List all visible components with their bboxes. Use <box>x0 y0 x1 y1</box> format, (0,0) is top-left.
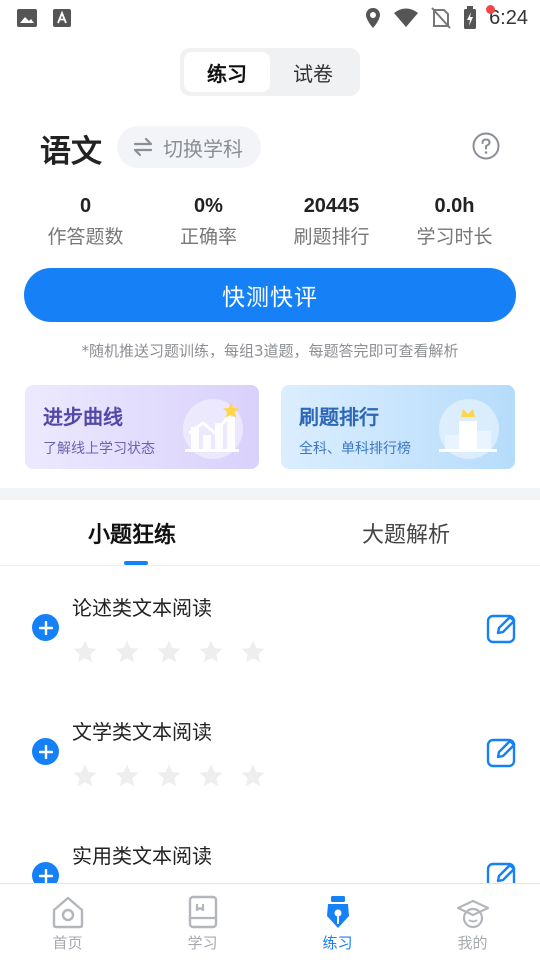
star-rating <box>72 763 266 789</box>
stat-answered: 0 作答题数 <box>24 192 147 249</box>
quick-test-button[interactable]: 快测快评 <box>24 268 516 322</box>
text-a-icon <box>53 9 71 27</box>
nav-profile[interactable]: 我的 <box>405 884 540 960</box>
tab-quick-drill[interactable]: 小题狂练 <box>0 500 269 565</box>
tab-question-analysis[interactable]: 大题解析 <box>269 500 540 565</box>
stat-value: 0.0h <box>434 195 475 217</box>
battery-icon <box>464 6 477 29</box>
practice-hint: *随机推送习题训练，每组3道题，每题答完即可查看解析 <box>81 342 459 360</box>
star-icon <box>157 640 181 663</box>
image-icon <box>17 9 37 27</box>
bottom-nav: 首页 学习 练习 我的 <box>0 883 540 960</box>
list-item[interactable]: 论述类文本阅读 <box>0 566 540 690</box>
notification-dot <box>486 5 495 14</box>
star-icon <box>115 640 139 663</box>
nav-practice[interactable]: 练习 <box>270 884 405 960</box>
switch-subject-button[interactable]: 切换学科 <box>117 126 261 168</box>
star-icon <box>241 640 265 663</box>
expand-plus-icon[interactable] <box>32 862 59 883</box>
star-icon <box>73 640 97 663</box>
stat-label: 正确率 <box>179 226 237 248</box>
list-item[interactable]: 实用类文本阅读 <box>0 814 540 883</box>
book-icon <box>188 895 217 929</box>
status-bar: 6:24 <box>0 0 540 36</box>
practice-tabs: 小题狂练 大题解析 <box>0 500 540 566</box>
expand-plus-icon[interactable] <box>32 738 59 765</box>
pen-icon <box>326 896 349 928</box>
nav-label: 练习 <box>322 934 353 952</box>
edit-icon[interactable] <box>486 612 518 644</box>
stat-label: 刷题排行 <box>293 226 370 248</box>
home-icon <box>52 896 83 929</box>
tab-label: 小题狂练 <box>88 522 177 548</box>
star-icon <box>199 640 223 663</box>
segment-tab-exam[interactable]: 试卷 <box>270 52 356 92</box>
item-title: 实用类文本阅读 <box>72 844 212 868</box>
stat-value: 20445 <box>303 195 360 217</box>
nav-label: 首页 <box>52 934 83 952</box>
star-icon <box>241 764 265 787</box>
nav-study[interactable]: 学习 <box>135 884 270 960</box>
nav-label: 我的 <box>457 934 488 952</box>
location-icon <box>366 8 381 28</box>
no-sim-icon <box>431 7 451 29</box>
stat-accuracy: 0% 正确率 <box>147 192 270 249</box>
stat-value: 0% <box>194 195 223 217</box>
nav-home[interactable]: 首页 <box>0 884 135 960</box>
swap-icon <box>133 137 153 157</box>
help-icon[interactable] <box>472 132 500 160</box>
star-rating <box>72 639 266 665</box>
stat-value: 0 <box>79 195 92 217</box>
tab-label: 大题解析 <box>361 522 450 548</box>
ranking-card[interactable]: 刷题排行 全科、单科排行榜 <box>281 385 515 469</box>
item-title: 论述类文本阅读 <box>72 596 212 620</box>
tab-active-indicator <box>124 561 148 565</box>
subject-name: 语文 <box>40 134 102 170</box>
stat-label: 学习时长 <box>416 226 493 248</box>
section-divider <box>0 488 540 500</box>
nav-label: 学习 <box>187 934 218 952</box>
star-icon <box>199 764 223 787</box>
segment-tab-practice[interactable]: 练习 <box>184 52 270 92</box>
star-icon <box>115 764 139 787</box>
stat-label: 作答题数 <box>47 226 124 248</box>
expand-plus-icon[interactable] <box>32 614 59 641</box>
edit-icon[interactable] <box>486 860 518 883</box>
edit-icon[interactable] <box>486 736 518 768</box>
star-icon <box>157 764 181 787</box>
item-title: 文学类文本阅读 <box>72 720 212 744</box>
list-item[interactable]: 文学类文本阅读 <box>0 690 540 814</box>
star-icon <box>73 764 97 787</box>
stat-study-time: 0.0h 学习时长 <box>393 192 516 249</box>
profile-icon <box>456 899 489 929</box>
stats-row: 0 作答题数 0% 正确率 20445 刷题排行 0.0h 学习时长 <box>24 192 516 249</box>
progress-curve-card[interactable]: 进步曲线 了解线上学习状态 <box>25 385 259 469</box>
switch-subject-label: 切换学科 <box>163 136 243 161</box>
stat-ranking[interactable]: 20445 刷题排行 <box>270 192 393 249</box>
wifi-icon <box>394 8 419 27</box>
chart-illustration-icon <box>183 399 243 459</box>
podium-illustration-icon <box>439 399 499 459</box>
mode-segment: 练习 试卷 <box>180 48 360 96</box>
